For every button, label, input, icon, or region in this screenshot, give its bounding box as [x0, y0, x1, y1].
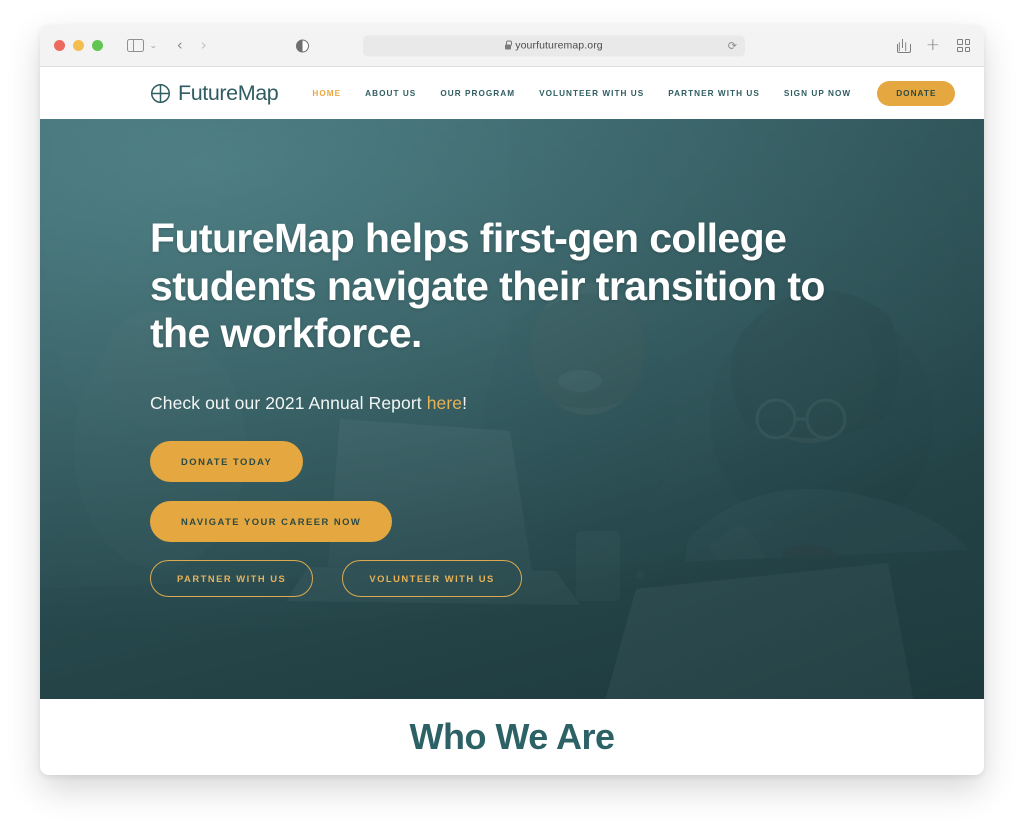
volunteer-with-us-button[interactable]: VOLUNTEER WITH US [342, 559, 522, 597]
close-window-button[interactable] [54, 40, 65, 51]
globe-circle-icon [151, 83, 170, 103]
maximize-window-button[interactable] [92, 40, 103, 51]
page-viewport: FutureMap HOME ABOUT US OUR PROGRAM VOLU… [40, 67, 984, 775]
tab-overview-button[interactable] [957, 39, 970, 52]
reload-button[interactable]: ⟳ [728, 39, 737, 52]
nav-item-about-us[interactable]: ABOUT US [353, 83, 428, 104]
hero-cta-row-2: NAVIGATE YOUR CAREER NOW [150, 500, 850, 542]
brand-logo-link[interactable]: FutureMap [150, 80, 279, 106]
nav-item-volunteer-with-us[interactable]: VOLUNTEER WITH US [527, 83, 656, 104]
minimize-window-button[interactable] [73, 40, 84, 51]
hero-section: FutureMap helps first-gen college studen… [40, 119, 984, 699]
hero-cta-row-1: DONATE TODAY [150, 440, 850, 482]
site-nav-links: HOME ABOUT US OUR PROGRAM VOLUNTEER WITH… [300, 80, 956, 106]
who-we-are-section: Who We Are [40, 699, 984, 775]
who-we-are-title: Who We Are [409, 716, 615, 757]
reader-contrast-icon[interactable] [296, 39, 309, 52]
brand-name: FutureMap [178, 80, 279, 105]
site-header: FutureMap HOME ABOUT US OUR PROGRAM VOLU… [40, 67, 984, 119]
window-controls [54, 40, 103, 51]
hero-sub-suffix: ! [462, 392, 468, 413]
browser-window: ⌄ ‹ › yourfuturemap.org ⟳ + FutureMap HO… [40, 25, 984, 775]
sidebar-icon [127, 39, 144, 52]
nav-item-home[interactable]: HOME [300, 83, 353, 104]
share-icon [896, 38, 911, 53]
hero-subheading: Check out our 2021 Annual Report here! [150, 393, 850, 414]
url-text: yourfuturemap.org [515, 39, 603, 52]
share-button[interactable] [896, 38, 911, 53]
navigate-your-career-now-button[interactable]: NAVIGATE YOUR CAREER NOW [150, 500, 393, 542]
hero-content: FutureMap helps first-gen college studen… [150, 215, 850, 597]
toolbar-actions: + [896, 37, 970, 54]
back-button[interactable]: ‹ [177, 38, 183, 53]
forward-button[interactable]: › [201, 38, 207, 53]
chevron-down-icon[interactable]: ⌄ [149, 41, 157, 50]
nav-donate-button[interactable]: DONATE [877, 80, 956, 106]
lock-icon [505, 40, 513, 49]
tab-overview-icon [957, 39, 970, 52]
address-bar[interactable]: yourfuturemap.org ⟳ [363, 35, 745, 56]
screenshot-root: ⌄ ‹ › yourfuturemap.org ⟳ + FutureMap HO… [0, 0, 1024, 829]
sidebar-toggle-button[interactable]: ⌄ [127, 39, 158, 52]
donate-today-button[interactable]: DONATE TODAY [150, 440, 304, 482]
history-navigation: ‹ › [177, 38, 207, 53]
address-bar-content: yourfuturemap.org [505, 40, 603, 52]
nav-item-partner-with-us[interactable]: PARTNER WITH US [656, 83, 772, 104]
browser-toolbar: ⌄ ‹ › yourfuturemap.org ⟳ + [40, 25, 984, 67]
annual-report-link[interactable]: here [427, 393, 462, 413]
partner-with-us-button[interactable]: PARTNER WITH US [150, 559, 314, 597]
hero-cta-row-3: PARTNER WITH US VOLUNTEER WITH US [150, 559, 850, 597]
nav-item-our-program[interactable]: OUR PROGRAM [428, 83, 527, 104]
new-tab-button[interactable]: + [926, 37, 940, 54]
hero-heading: FutureMap helps first-gen college studen… [150, 215, 825, 357]
hero-sub-prefix: Check out our 2021 Annual Report [150, 392, 427, 413]
nav-item-sign-up-now[interactable]: SIGN UP NOW [772, 83, 863, 104]
